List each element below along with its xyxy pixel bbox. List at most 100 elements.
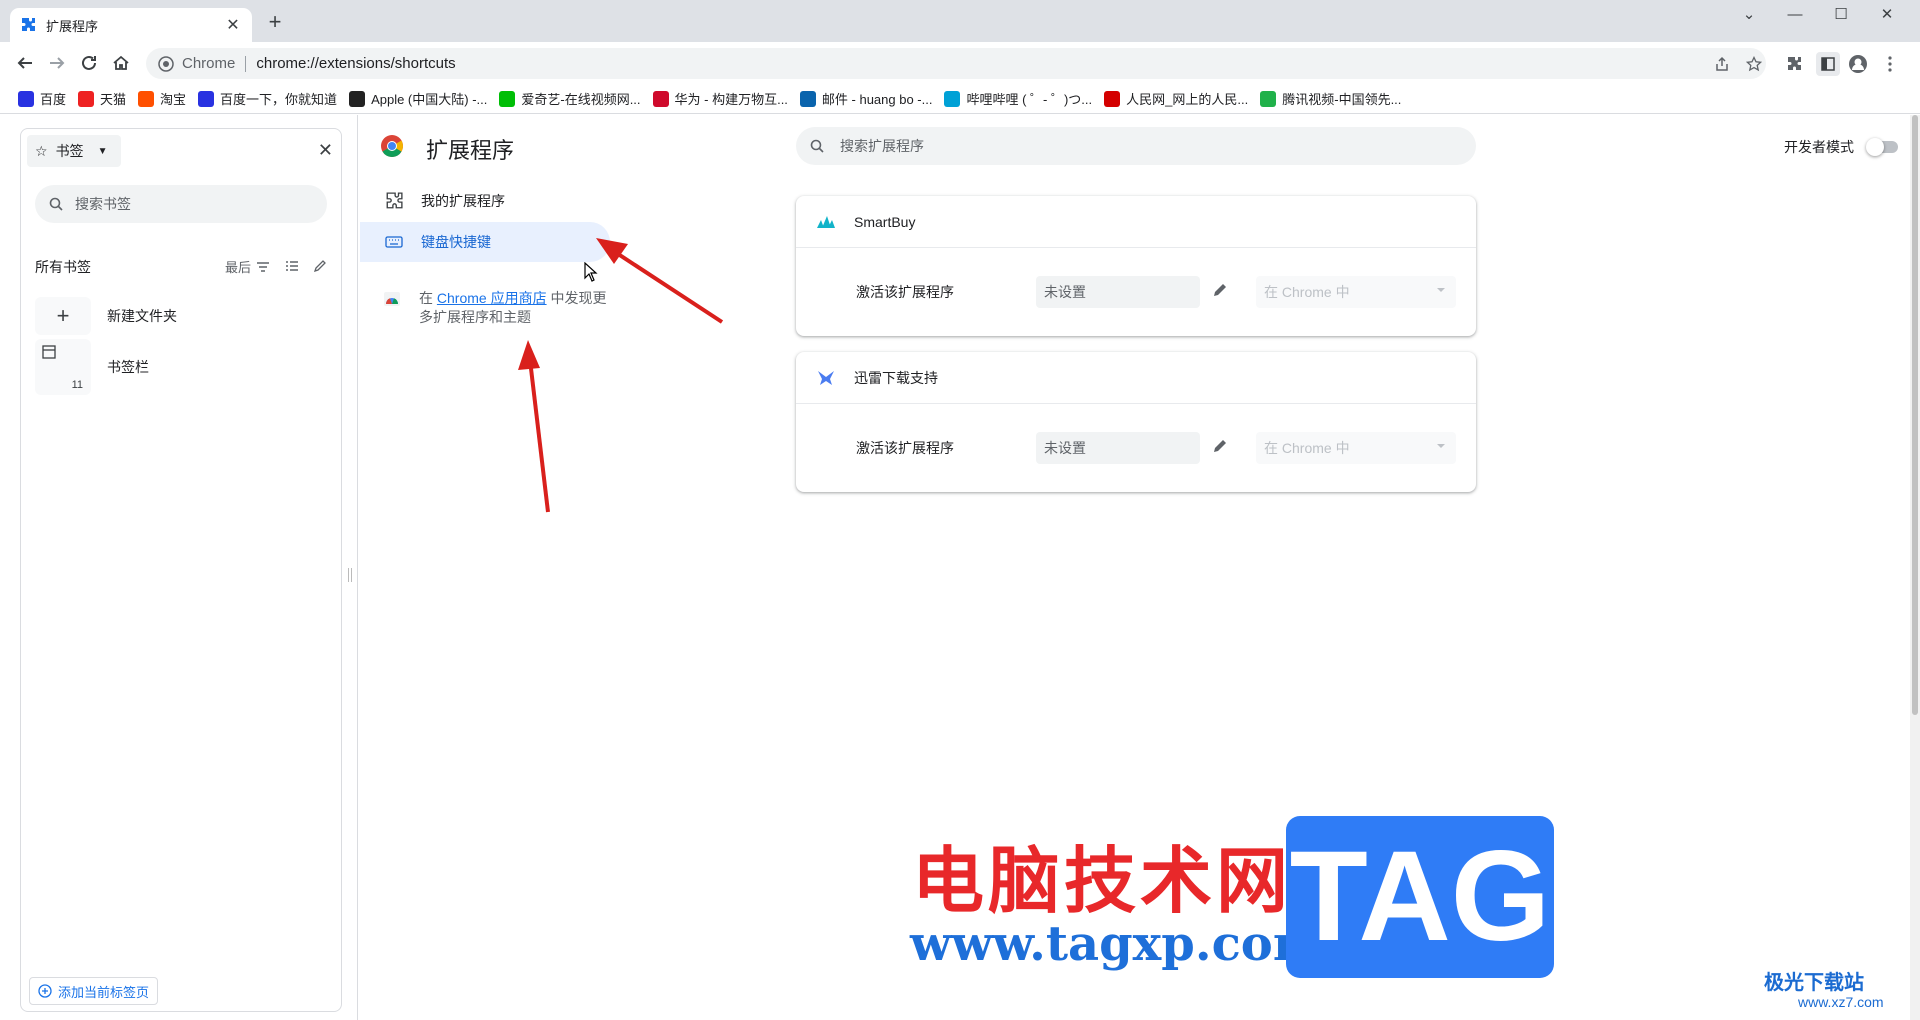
shortcut-input[interactable]: 未设置: [1036, 276, 1200, 308]
page-title: 扩展程序: [426, 138, 515, 163]
page-divider: [357, 115, 358, 1020]
bookmark-item[interactable]: 人民网_网上的人民...: [1104, 89, 1248, 108]
bookmark-item[interactable]: 爱奇艺-在线视频网...: [499, 89, 641, 108]
tab-close-icon[interactable]: ✕: [224, 15, 242, 35]
bookmark-favicon-icon: [799, 90, 816, 107]
bookmark-label: 爱奇艺-在线视频网...: [521, 92, 641, 107]
bookmark-favicon-icon: [198, 90, 215, 107]
arrow-to-shortcuts-nav: [596, 238, 724, 324]
nav-my-extensions[interactable]: 我的扩展程序: [360, 181, 610, 221]
bookmark-favicon-icon: [349, 90, 366, 107]
new-folder-label: 新建文件夹: [107, 308, 177, 324]
page-scrollbar[interactable]: [1910, 115, 1920, 1020]
side-panel-icon[interactable]: [1816, 52, 1840, 76]
add-current-tab-button[interactable]: 添加当前标签页: [29, 977, 159, 1005]
nav-shortcuts-label: 键盘快捷键: [421, 234, 491, 250]
new-tab-button[interactable]: +: [264, 11, 286, 34]
watermark-url: www.tagxp.com: [910, 916, 1324, 972]
puzzle-outline-icon: [385, 192, 403, 210]
dropdown-caret-icon: [1436, 285, 1446, 295]
developer-mode-label: 开发者模式: [1784, 139, 1854, 155]
bookmark-item[interactable]: 天猫: [78, 89, 126, 108]
dropdown-caret-icon: [1436, 441, 1446, 451]
folder-icon: 11: [35, 339, 91, 395]
reload-icon[interactable]: [76, 50, 102, 76]
bookmark-item[interactable]: 邮件 - huang bo -...: [799, 89, 933, 108]
more-menu-icon[interactable]: [1880, 54, 1900, 74]
star-icon[interactable]: [1744, 54, 1764, 74]
profile-avatar-icon[interactable]: [1848, 54, 1868, 74]
card-header: SmartBuy: [796, 196, 1476, 248]
xunlei-bird-icon: [816, 369, 836, 387]
bookmark-label: 腾讯视频-中国领先...: [1282, 92, 1402, 107]
bookmark-item[interactable]: 腾讯视频-中国领先...: [1260, 89, 1401, 108]
url-text[interactable]: chrome://extensions/shortcuts: [256, 55, 455, 72]
back-arrow-icon[interactable]: [12, 50, 38, 76]
list-view-icon[interactable]: [283, 257, 301, 275]
bookmark-item[interactable]: 淘宝: [138, 89, 186, 108]
bookmark-item[interactable]: 百度: [18, 89, 66, 108]
shortcut-scope-select[interactable]: 在 Chrome 中: [1256, 276, 1456, 308]
keyboard-icon: [385, 236, 403, 248]
scrollbar-thumb[interactable]: [1912, 115, 1918, 715]
selector-label: 书签: [55, 143, 84, 159]
chrome-site-icon: [158, 55, 174, 72]
share-icon[interactable]: [1712, 54, 1732, 74]
developer-mode-toggle[interactable]: [1866, 138, 1898, 156]
edit-pencil-icon[interactable]: [311, 257, 329, 275]
toolbar: Chrome chrome://extensions/shortcuts: [0, 42, 1920, 84]
all-bookmarks-label: 所有书签: [35, 259, 91, 275]
bookmarks-bar-folder-row[interactable]: 11 书签栏: [35, 339, 327, 395]
tab-extensions[interactable]: 扩展程序 ✕: [10, 8, 252, 42]
activate-label: 激活该扩展程序: [856, 440, 954, 456]
site-watermark: 极光下载站: [1764, 972, 1864, 994]
bookmark-label: 邮件 - huang bo -...: [821, 92, 933, 107]
bookmark-item[interactable]: 华为 - 构建万物互...: [652, 89, 788, 108]
edit-pencil-icon[interactable]: [1212, 438, 1232, 458]
web-store-icon: [383, 289, 401, 327]
watermark-title: 电脑技术网: [912, 839, 1293, 923]
bookmark-favicon-icon: [652, 90, 669, 107]
bookmark-label: 淘宝: [160, 92, 187, 107]
sort-label: 最后: [225, 260, 252, 275]
bookmark-item[interactable]: 哔哩哔哩 ( ゜- ゜)つ...: [944, 89, 1092, 108]
extension-search-input[interactable]: 搜索扩展程序: [796, 127, 1476, 165]
extensions-puzzle-icon[interactable]: [1784, 54, 1804, 74]
minimize-button[interactable]: —: [1780, 4, 1810, 26]
bookmark-search-input[interactable]: 搜索书签: [35, 185, 327, 223]
forward-arrow-icon[interactable]: [44, 50, 70, 76]
address-bar[interactable]: Chrome chrome://extensions/shortcuts: [146, 48, 1766, 79]
bookmark-item[interactable]: 百度一下，你就知道: [198, 89, 337, 108]
bookmark-label: 哔哩哔哩 ( ゜- ゜)つ...: [966, 92, 1093, 107]
close-window-button[interactable]: ✕: [1872, 4, 1902, 26]
dropdown-caret-icon: ▼: [97, 145, 108, 157]
bookmark-favicon-icon: [78, 90, 95, 107]
home-icon[interactable]: [108, 50, 134, 76]
bookmark-count: 11: [71, 379, 83, 391]
nav-keyboard-shortcuts[interactable]: 键盘快捷键: [360, 222, 610, 262]
search-icon: [49, 197, 63, 211]
shortcut-input[interactable]: 未设置: [1036, 432, 1200, 464]
sort-button[interactable]: 最后: [225, 257, 270, 276]
bookmark-item[interactable]: Apple (中国大陆) -...: [349, 89, 487, 108]
edit-pencil-icon[interactable]: [1212, 282, 1232, 302]
bookmark-favicon-icon: [138, 90, 155, 107]
puzzle-icon: [20, 17, 36, 33]
side-panel-resize-handle[interactable]: [348, 568, 352, 582]
side-panel-close-icon[interactable]: ✕: [318, 140, 333, 161]
title-bar: 扩展程序 ✕ + ⌄ — ☐ ✕: [0, 0, 1920, 42]
maximize-button[interactable]: ☐: [1826, 4, 1856, 26]
omnibox-separator: [245, 55, 247, 72]
smartbuy-logo-icon: [816, 214, 836, 230]
bookmark-label: 百度一下，你就知道: [220, 92, 338, 107]
site-watermark-url: www.xz7.com: [1798, 994, 1884, 1010]
search-icon: [810, 139, 824, 153]
side-panel-selector[interactable]: ☆ 书签 ▼: [27, 135, 121, 167]
new-folder-row[interactable]: + 新建文件夹: [35, 297, 327, 335]
tab-search-chevron-icon[interactable]: ⌄: [1734, 4, 1764, 26]
web-store-link[interactable]: Chrome 应用商店: [437, 290, 547, 306]
shortcut-scope-select[interactable]: 在 Chrome 中: [1256, 432, 1456, 464]
search-placeholder: 搜索书签: [75, 196, 131, 212]
bookmark-favicon-icon: [1104, 90, 1121, 107]
nav-my-extensions-label: 我的扩展程序: [421, 193, 505, 209]
